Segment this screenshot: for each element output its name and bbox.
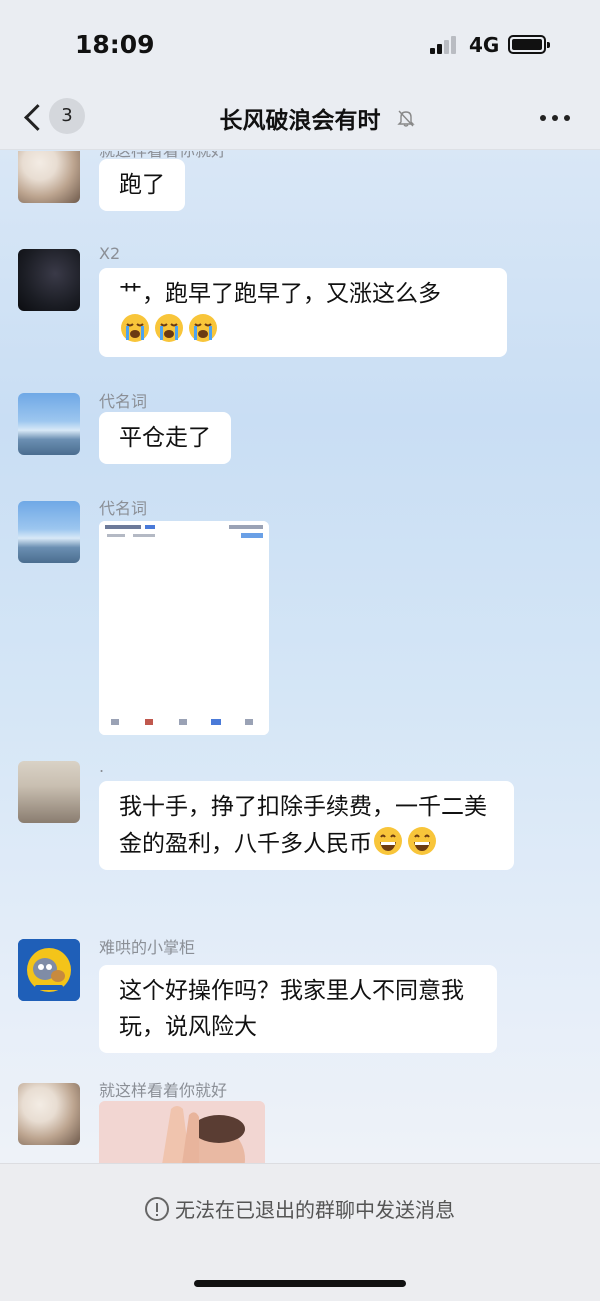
baby-praying-sticker [99,1101,265,1163]
sticker-message[interactable] [99,1101,265,1163]
sender-name: . [99,757,105,776]
loudly-crying-face-icon [121,314,149,342]
avatar[interactable] [18,1083,80,1145]
signal-icon [430,36,460,54]
avatar[interactable] [18,939,80,1001]
unread-count-badge[interactable]: 3 [49,98,85,134]
image-message[interactable] [99,521,269,735]
chat-title: 长风破浪会有时 [219,108,381,134]
input-disabled-bar: 无法在已退出的群聊中发送消息 [0,1163,600,1301]
home-indicator[interactable] [194,1280,406,1287]
loudly-crying-face-icon [189,314,217,342]
footer-notice-row: 无法在已退出的群聊中发送消息 [0,1194,600,1223]
sender-name: 代名词 [99,499,148,518]
message-bubble[interactable]: 我十手，挣了扣除手续费，一千二美金的盈利，八千多人民币 [99,781,514,870]
info-circle-icon [145,1197,169,1221]
avatar[interactable] [18,249,80,311]
bell-off-icon [397,110,415,127]
sender-name: 就这样看着你就好 [99,1081,228,1100]
sender-name: 难哄的小掌柜 [99,938,196,957]
grinning-face-icon [374,827,402,855]
screenshot-thumbnail [99,521,269,735]
message-list[interactable]: 就这样看着你就好 跑了 X2 艹，跑早了跑早了，又涨这么多 代名词 平仓走了 代… [0,151,600,1163]
chat-header: 长风破浪会有时 3 [0,88,600,150]
status-bar: 18:09 4G [0,0,600,88]
sender-name: X2 [99,244,121,263]
network-type: 4G [469,33,500,57]
avatar[interactable] [18,501,80,563]
avatar[interactable] [18,151,80,203]
message-text: 艹，跑早了跑早了，又涨这么多 [119,281,441,307]
avatar[interactable] [18,761,80,823]
status-time: 18:09 [75,30,155,59]
chevron-left-icon[interactable] [18,102,48,132]
title-wrap: 长风破浪会有时 [0,88,600,150]
message-bubble[interactable]: 跑了 [99,159,185,211]
loudly-crying-face-icon [155,314,183,342]
avatar[interactable] [18,393,80,455]
cartoon-cat-mouse-icon [18,939,80,1001]
battery-icon [508,35,550,54]
grinning-face-icon [408,827,436,855]
ellipsis-icon[interactable] [540,115,572,123]
message-bubble[interactable]: 艹，跑早了跑早了，又涨这么多 [99,268,507,357]
message-bubble[interactable]: 平仓走了 [99,412,231,464]
message-bubble[interactable]: 这个好操作吗？我家里人不同意我玩，说风险大 [99,965,497,1053]
footer-notice: 无法在已退出的群聊中发送消息 [175,1198,455,1222]
sender-name: 代名词 [99,392,148,411]
